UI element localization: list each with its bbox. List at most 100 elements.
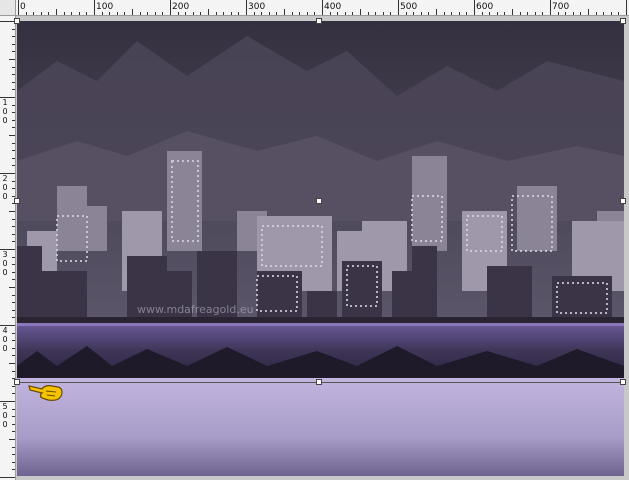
- ruler-tick: [12, 317, 15, 319]
- ruler-tick: [12, 309, 15, 311]
- ruler-label-v: 5: [2, 402, 8, 411]
- ruler-tick: [481, 12, 483, 15]
- selection-handle-middle-left[interactable]: [14, 198, 20, 204]
- ruler-tick: [337, 12, 339, 15]
- ruler-tick: [12, 454, 15, 456]
- ruler-tick: [12, 218, 15, 220]
- selection-handle-top-left[interactable]: [14, 18, 20, 24]
- ruler-tick: [618, 12, 620, 15]
- selection-handle-bottom-right[interactable]: [620, 379, 626, 385]
- ruler-tick: [504, 12, 506, 15]
- ruler-tick: [557, 12, 559, 15]
- ruler-label-h: 0: [20, 2, 26, 12]
- ruler-tick: [215, 12, 217, 15]
- ruler-tick: [101, 12, 103, 15]
- ruler-tick: [124, 12, 126, 15]
- ruler-tick: [12, 180, 15, 182]
- ruler-tick: [9, 439, 15, 440]
- selection-handle-bottom-left[interactable]: [14, 379, 20, 385]
- ruler-tick: [94, 0, 95, 15]
- ruler-tick: [428, 12, 430, 15]
- ruler-tick: [12, 112, 15, 114]
- ruler-tick: [451, 12, 453, 15]
- ruler-tick: [192, 12, 194, 15]
- ruler-tick: [48, 12, 50, 15]
- ruler-tick: [12, 416, 15, 418]
- ruler-tick: [9, 59, 15, 60]
- ruler-tick: [86, 12, 88, 15]
- ruler-tick: [565, 12, 567, 15]
- ruler-tick: [572, 12, 574, 15]
- ruler-tick: [71, 12, 73, 15]
- ruler-tick: [390, 12, 392, 15]
- ruler-tick: [12, 385, 15, 387]
- ruler-tick: [78, 12, 80, 15]
- ruler-tick: [12, 28, 15, 30]
- ruler-tick: [329, 12, 331, 15]
- selection-handle-bottom-middle[interactable]: [316, 379, 322, 385]
- ruler-tick: [12, 51, 15, 53]
- ruler-tick: [261, 12, 263, 15]
- ruler-tick: [9, 363, 15, 364]
- image-canvas[interactable]: www.mdafreagold.eu: [17, 21, 624, 476]
- ruler-tick: [12, 165, 15, 167]
- ruler-tick: [534, 12, 536, 15]
- ruler-tick: [12, 36, 15, 38]
- ruler-tick: [322, 0, 323, 15]
- ruler-tick: [116, 12, 118, 15]
- ruler-label-v: 0: [2, 107, 8, 116]
- ruler-tick: [139, 12, 141, 15]
- ruler-label-v: 0: [2, 268, 8, 277]
- ruler-tick: [12, 423, 15, 425]
- ruler-tick: [580, 12, 582, 15]
- ruler-tick: [12, 66, 15, 68]
- ruler-tick: [12, 256, 15, 258]
- ruler-tick: [413, 12, 415, 15]
- ruler-tick: [306, 12, 308, 15]
- ruler-tick: [382, 12, 384, 15]
- selection-handle-center[interactable]: [316, 198, 322, 204]
- horizontal-ruler[interactable]: 0 100 200 300 400 500 600 700: [16, 0, 629, 16]
- ruler-tick: [63, 12, 65, 15]
- ruler-tick: [185, 12, 187, 15]
- ruler-tick: [527, 12, 529, 15]
- ruler-tick: [12, 264, 15, 266]
- ruler-tick: [253, 12, 255, 15]
- ruler-tick: [466, 12, 468, 15]
- ruler-label-h: 300: [248, 2, 266, 12]
- ruler-label-v: 0: [2, 344, 8, 353]
- ruler-tick: [512, 9, 513, 15]
- ruler-label-v: 1: [2, 98, 8, 107]
- ruler-tick: [40, 12, 42, 15]
- ruler-label-v: 0: [2, 420, 8, 429]
- hand-pointer-icon: [28, 385, 63, 401]
- ruler-tick: [344, 12, 346, 15]
- ruler-label-v: 0: [2, 116, 8, 125]
- vertical-ruler[interactable]: 100200300400500: [0, 16, 16, 480]
- ruler-tick: [12, 279, 15, 281]
- ruler-tick: [33, 12, 35, 15]
- ruler-label-v: 0: [2, 335, 8, 344]
- ruler-tick: [12, 104, 15, 106]
- ruler-tick: [12, 81, 15, 83]
- ruler-tick: [12, 150, 15, 152]
- selection-handle-top-right[interactable]: [620, 18, 626, 24]
- ruler-tick: [436, 9, 437, 15]
- ruler-tick: [12, 226, 15, 228]
- ruler-label-v: 0: [2, 192, 8, 201]
- ruler-tick: [177, 12, 179, 15]
- ruler-label-h: 400: [324, 2, 342, 12]
- ruler-tick: [154, 12, 156, 15]
- ruler-tick: [458, 12, 460, 15]
- ruler-tick: [12, 347, 15, 349]
- selection-handle-top-middle[interactable]: [316, 18, 322, 24]
- ruler-tick: [109, 12, 111, 15]
- ruler-tick: [0, 477, 15, 478]
- ruler-tick: [223, 12, 225, 15]
- ruler-tick: [12, 119, 15, 121]
- ruler-tick: [56, 9, 57, 15]
- selection-handle-middle-right[interactable]: [620, 198, 626, 204]
- ruler-tick: [405, 12, 407, 15]
- ruler-tick: [420, 12, 422, 15]
- ruler-label-v: 2: [2, 174, 8, 183]
